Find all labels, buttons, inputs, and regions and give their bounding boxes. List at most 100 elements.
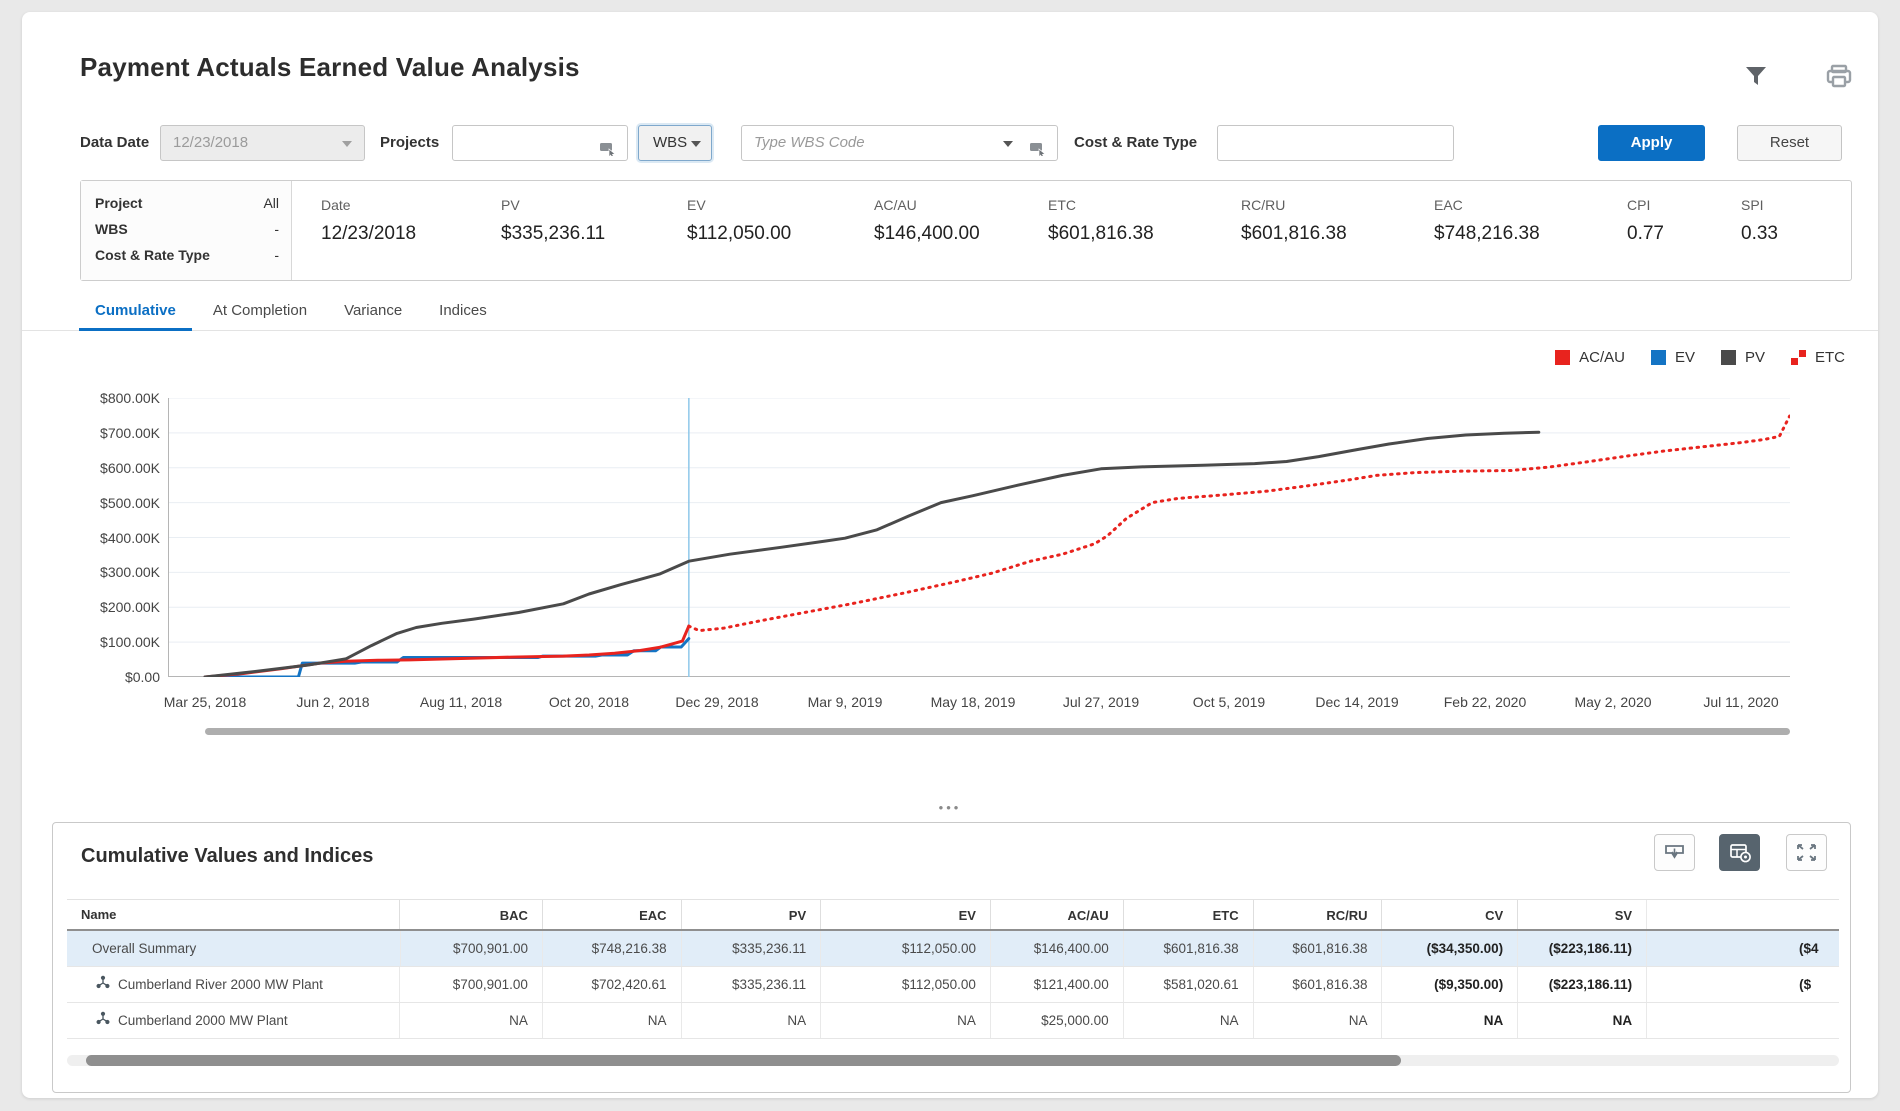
x-axis-tick: Dec 14, 2019 bbox=[1315, 694, 1398, 710]
x-axis-tick: Dec 29, 2018 bbox=[675, 694, 758, 710]
summary-wbs-value: - bbox=[274, 221, 279, 237]
legend-item-acau[interactable]: AC/AU bbox=[1555, 349, 1625, 366]
table-horizontal-scrollbar-track[interactable] bbox=[67, 1055, 1839, 1066]
summary-wbs-label: WBS bbox=[95, 221, 128, 237]
filter-icon[interactable] bbox=[1742, 62, 1772, 92]
table-horizontal-scrollbar-thumb[interactable] bbox=[86, 1055, 1401, 1066]
cell-sv: NA bbox=[1517, 1003, 1646, 1038]
col-header-eac[interactable]: EAC bbox=[542, 900, 681, 929]
chart-horizontal-scrollbar[interactable] bbox=[205, 728, 1790, 735]
cost-rate-type-label: Cost & Rate Type bbox=[1074, 125, 1197, 161]
tab-cumulative[interactable]: Cumulative bbox=[79, 296, 192, 331]
row-name-wrap[interactable]: Cumberland 2000 MW Plant bbox=[67, 1003, 399, 1038]
evm-line-chart[interactable] bbox=[168, 398, 1790, 677]
data-date-select[interactable]: 12/23/2018 bbox=[160, 125, 365, 161]
table-row-cumberland[interactable]: Cumberland 2000 MW Plant NA NA NA NA $25… bbox=[67, 1003, 1839, 1039]
legend-item-etc[interactable]: ETC bbox=[1791, 349, 1845, 366]
col-header-pv[interactable]: PV bbox=[681, 900, 821, 929]
y-axis-tick: $400.00K bbox=[100, 530, 160, 546]
tab-indices[interactable]: Indices bbox=[423, 296, 503, 331]
wbs-code-placeholder: Type WBS Code bbox=[742, 134, 865, 151]
legend-item-pv[interactable]: PV bbox=[1721, 349, 1765, 366]
x-axis-tick: Mar 25, 2018 bbox=[164, 694, 247, 710]
row-name: Cumberland River 2000 MW Plant bbox=[118, 967, 323, 1002]
grid-settings-icon[interactable] bbox=[1719, 834, 1760, 871]
y-axis-tick: $100.00K bbox=[100, 634, 160, 650]
cell-etc: $601,816.38 bbox=[1123, 931, 1253, 966]
summary-cost-rate-label: Cost & Rate Type bbox=[95, 247, 210, 263]
cell-sv: ($223,186.11) bbox=[1517, 931, 1646, 966]
wbs-selector-dropdown[interactable]: WBS bbox=[638, 125, 712, 161]
project-icon bbox=[96, 967, 110, 1002]
x-axis-tick: Aug 11, 2018 bbox=[420, 694, 502, 710]
data-table: Name BAC EAC PV EV AC/AU ETC RC/RU CV SV… bbox=[67, 899, 1839, 1039]
wbs-selector-value: WBS bbox=[653, 134, 687, 151]
picker-icon[interactable] bbox=[599, 135, 617, 169]
series-etc-line bbox=[689, 416, 1790, 630]
col-header-sv[interactable]: SV bbox=[1517, 900, 1646, 929]
summary-cost-rate-value: - bbox=[274, 247, 279, 263]
row-name-wrap[interactable]: Cumberland River 2000 MW Plant bbox=[67, 967, 399, 1002]
legend-label: ETC bbox=[1815, 349, 1845, 366]
panel-splitter-handle[interactable]: ••• bbox=[22, 800, 1878, 815]
cell-ev: $112,050.00 bbox=[820, 931, 990, 966]
cell-etc: $581,020.61 bbox=[1123, 967, 1253, 1002]
cell-pv: NA bbox=[681, 1003, 821, 1038]
cell-eac: $748,216.38 bbox=[542, 931, 681, 966]
cell-rcru: $601,816.38 bbox=[1253, 931, 1382, 966]
cell-cv: ($9,350.00) bbox=[1381, 967, 1517, 1002]
chevron-down-icon bbox=[691, 141, 701, 147]
projects-input[interactable] bbox=[452, 125, 628, 161]
cell-pv: $335,236.11 bbox=[681, 967, 821, 1002]
cumulative-values-panel: Cumulative Values and Indices Name bbox=[52, 822, 1851, 1093]
apply-button[interactable]: Apply bbox=[1598, 125, 1705, 161]
cell-clipped bbox=[1646, 1003, 1839, 1038]
summary-project-label: Project bbox=[95, 195, 142, 211]
col-header-bac[interactable]: BAC bbox=[399, 900, 542, 929]
cell-cv: ($34,350.00) bbox=[1381, 931, 1517, 966]
cell-acau: $121,400.00 bbox=[990, 967, 1123, 1002]
y-axis-tick: $600.00K bbox=[100, 460, 160, 476]
col-header-ev[interactable]: EV bbox=[820, 900, 990, 929]
x-axis-tick: Mar 9, 2019 bbox=[808, 694, 883, 710]
print-icon[interactable] bbox=[1824, 62, 1854, 92]
cell-eac: $702,420.61 bbox=[542, 967, 681, 1002]
tab-bar: Cumulative At Completion Variance Indice… bbox=[79, 296, 503, 331]
chart-legend: AC/AU EV PV ETC bbox=[1555, 349, 1845, 366]
col-header-rcru[interactable]: RC/RU bbox=[1253, 900, 1382, 929]
col-header-name[interactable]: Name bbox=[67, 900, 399, 929]
payment-actuals-eva-page: { "header": { "title": "Payment Actuals … bbox=[0, 0, 1900, 1111]
chevron-down-icon bbox=[342, 141, 352, 147]
expand-icon[interactable] bbox=[1786, 834, 1827, 871]
projects-label: Projects bbox=[380, 125, 439, 161]
y-axis-tick: $500.00K bbox=[100, 495, 160, 511]
wbs-code-input[interactable]: Type WBS Code bbox=[741, 125, 1058, 161]
dashboard-card: Payment Actuals Earned Value Analysis Da… bbox=[22, 12, 1878, 1098]
tab-variance[interactable]: Variance bbox=[328, 296, 418, 331]
export-icon[interactable] bbox=[1654, 834, 1695, 871]
cell-rcru: NA bbox=[1253, 1003, 1382, 1038]
y-axis-tick: $0.00 bbox=[125, 669, 160, 685]
series-pv-line bbox=[205, 432, 1539, 677]
table-row-cumberland-river[interactable]: Cumberland River 2000 MW Plant $700,901.… bbox=[67, 967, 1839, 1003]
col-header-etc[interactable]: ETC bbox=[1123, 900, 1253, 929]
picker-icon[interactable] bbox=[1029, 135, 1047, 169]
table-row-overall-summary[interactable]: Overall Summary $700,901.00 $748,216.38 … bbox=[67, 931, 1839, 967]
y-axis-tick: $800.00K bbox=[100, 390, 160, 406]
y-axis-tick: $700.00K bbox=[100, 425, 160, 441]
row-name: Cumberland 2000 MW Plant bbox=[118, 1003, 288, 1038]
col-header-cv[interactable]: CV bbox=[1381, 900, 1517, 929]
cost-rate-type-input[interactable] bbox=[1217, 125, 1454, 161]
reset-button[interactable]: Reset bbox=[1737, 125, 1842, 161]
x-axis-tick: Jun 2, 2018 bbox=[296, 694, 369, 710]
col-header-acau[interactable]: AC/AU bbox=[990, 900, 1123, 929]
chevron-down-icon[interactable] bbox=[1003, 141, 1013, 147]
x-axis-tick: May 18, 2019 bbox=[931, 694, 1016, 710]
legend-item-ev[interactable]: EV bbox=[1651, 349, 1695, 366]
cell-clipped: ($ bbox=[1646, 967, 1839, 1002]
page-title: Payment Actuals Earned Value Analysis bbox=[80, 52, 580, 83]
row-name[interactable]: Overall Summary bbox=[67, 931, 400, 966]
legend-label: AC/AU bbox=[1579, 349, 1625, 366]
tab-at-completion[interactable]: At Completion bbox=[197, 296, 323, 331]
x-axis-tick: Jul 11, 2020 bbox=[1703, 694, 1778, 710]
